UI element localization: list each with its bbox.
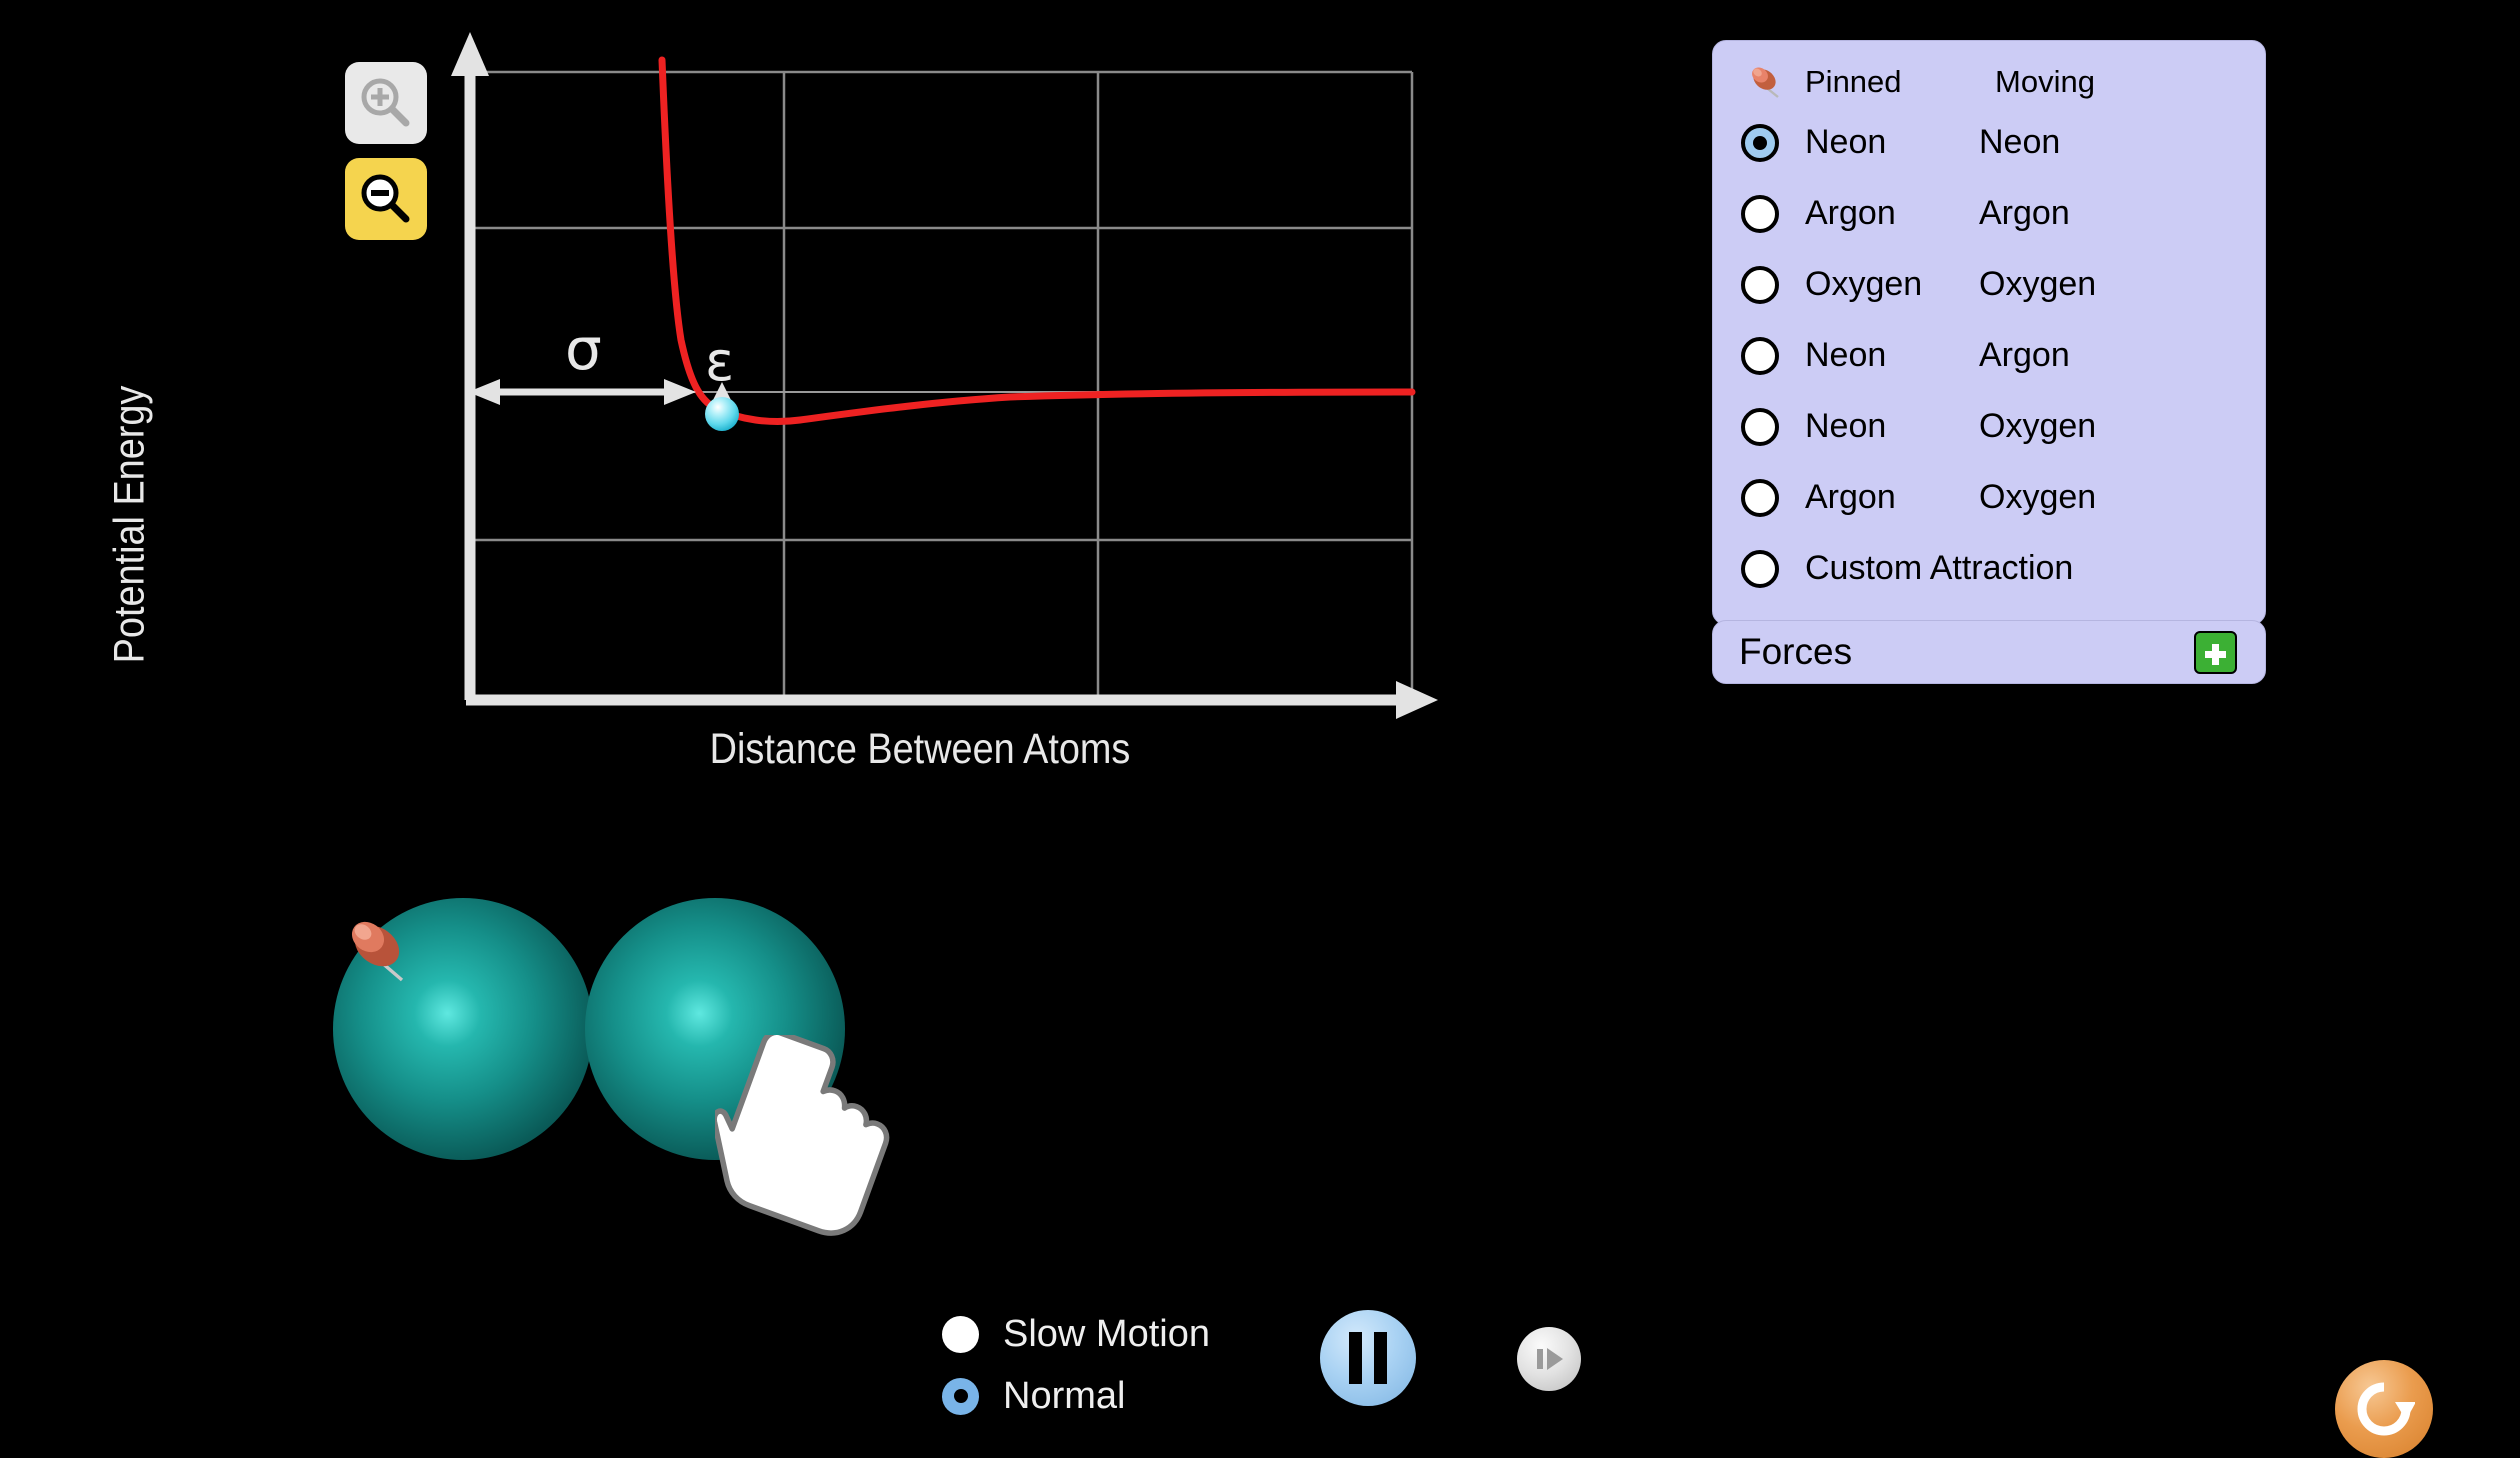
- species-row-argon-oxygen[interactable]: Argon Oxygen: [1713, 462, 2265, 533]
- forces-accordion-box[interactable]: Forces: [1712, 620, 2266, 684]
- column-header-moving: Moving: [1995, 64, 2095, 99]
- species-row-custom-attraction[interactable]: Custom Attraction: [1713, 533, 2265, 604]
- species-row-pinned-label: Argon: [1805, 478, 1896, 516]
- species-radio-button[interactable]: [1741, 549, 1779, 588]
- species-row-oxygen-oxygen[interactable]: Oxygen Oxygen: [1713, 249, 2265, 320]
- atom-pair-selection-panel: Pinned Moving Neon Neon Argon Argon Oxygen Ox…: [1712, 40, 2266, 625]
- pushpin-icon: [1741, 61, 1795, 103]
- reset-all-button[interactable]: [2335, 1360, 2433, 1458]
- speed-option-normal[interactable]: Normal: [942, 1365, 1210, 1427]
- species-row-pinned-label: Neon: [1805, 336, 1887, 374]
- pause-button[interactable]: [1320, 1310, 1416, 1406]
- species-panel-header: Pinned Moving: [1713, 57, 2265, 107]
- species-row-pinned-label: Oxygen: [1805, 265, 1923, 303]
- species-row-pinned-label: Neon: [1805, 123, 1887, 161]
- step-forward-button[interactable]: [1517, 1327, 1581, 1391]
- species-row-moving-label: Oxygen: [1979, 478, 2097, 516]
- speed-radio-button[interactable]: [942, 1315, 979, 1353]
- species-row-pinned-label: Neon: [1805, 407, 1887, 445]
- forces-title: Forces: [1739, 631, 1853, 672]
- species-radio-button[interactable]: [1741, 336, 1779, 375]
- species-radio-button[interactable]: [1741, 123, 1779, 162]
- speed-option-label: Slow Motion: [1003, 1312, 1210, 1355]
- speed-radio-button[interactable]: [942, 1377, 979, 1415]
- species-row-moving-label: Argon: [1979, 194, 2070, 232]
- species-radio-button[interactable]: [1741, 194, 1779, 233]
- species-radio-button[interactable]: [1741, 407, 1779, 446]
- species-radio-group: Neon Neon Argon Argon Oxygen Oxygen Neon Argon N…: [1713, 107, 2265, 604]
- forces-expand-button[interactable]: [2194, 630, 2237, 674]
- species-row-argon-argon[interactable]: Argon Argon: [1713, 178, 2265, 249]
- pushpin-icon: [351, 921, 404, 982]
- column-header-pinned: Pinned: [1805, 64, 1902, 99]
- species-row-moving-label: Oxygen: [1979, 265, 2097, 303]
- step-forward-icon: [1537, 1348, 1563, 1370]
- species-row-neon-argon[interactable]: Neon Argon: [1713, 320, 2265, 391]
- species-row-moving-label: Argon: [1979, 336, 2070, 374]
- simulation-speed-radio-group: Slow Motion Normal: [942, 1303, 1210, 1427]
- species-row-moving-label: Neon: [1979, 123, 2061, 161]
- species-row-neon-oxygen[interactable]: Neon Oxygen: [1713, 391, 2265, 462]
- pointing-hand-cursor-icon: [715, 1035, 890, 1236]
- speed-option-slow-motion[interactable]: Slow Motion: [942, 1303, 1210, 1365]
- species-row-neon-neon[interactable]: Neon Neon: [1713, 107, 2265, 178]
- pause-icon-bar-right: [1374, 1332, 1387, 1384]
- speed-option-label: Normal: [1003, 1374, 1126, 1417]
- species-radio-button[interactable]: [1741, 265, 1779, 304]
- reset-circular-arrow-icon: [2357, 1382, 2415, 1436]
- species-row-pinned-label: Argon: [1805, 194, 1896, 232]
- species-row-pinned-label: Custom Attraction: [1805, 549, 2074, 587]
- pause-icon-bar-left: [1349, 1332, 1362, 1384]
- atoms-stage: [0, 0, 1100, 1300]
- species-row-moving-label: Oxygen: [1979, 407, 2097, 445]
- species-radio-button[interactable]: [1741, 478, 1779, 517]
